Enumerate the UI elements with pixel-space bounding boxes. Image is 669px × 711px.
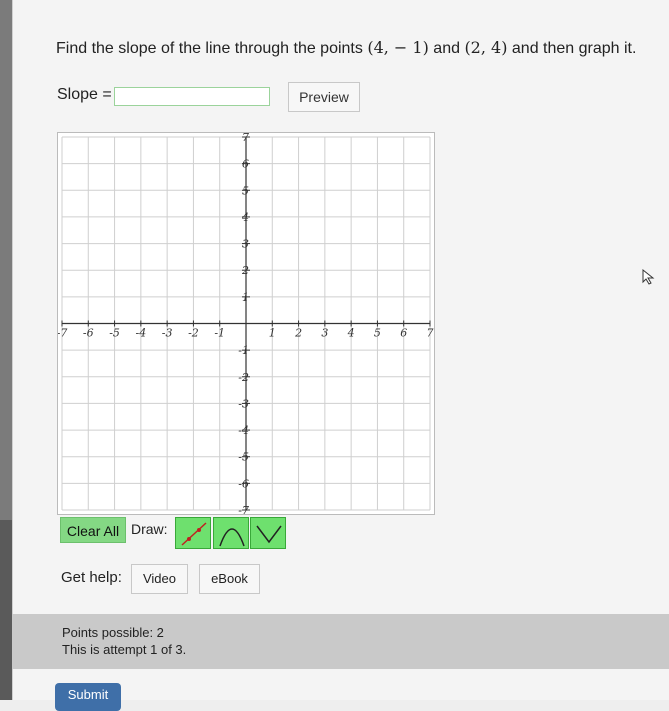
status-text: Points possible: 2 This is attempt 1 of … <box>62 624 186 658</box>
x-tick-label: 7 <box>427 327 434 340</box>
preview-button[interactable]: Preview <box>288 82 360 112</box>
x-tick-label: -7 <box>58 327 67 340</box>
line-tool-button[interactable] <box>175 517 211 549</box>
slope-input[interactable] <box>114 87 270 106</box>
y-tick-label: 2 <box>241 264 249 277</box>
points-possible: Points possible: 2 <box>62 625 164 640</box>
attempt-info: This is attempt 1 of 3. <box>62 642 187 657</box>
x-tick-label: -4 <box>135 327 146 340</box>
y-tick-label: -7 <box>238 504 249 514</box>
x-tick-label: 4 <box>347 327 355 340</box>
get-help-label: Get help: <box>61 569 122 586</box>
x-tick-label: -6 <box>83 327 94 340</box>
x-tick-label: 3 <box>321 327 328 340</box>
x-tick-label: 1 <box>269 327 276 340</box>
x-tick-label: -5 <box>109 327 120 340</box>
video-button[interactable]: Video <box>131 564 188 594</box>
mouse-cursor-icon <box>642 268 655 285</box>
x-tick-label: -2 <box>188 327 199 340</box>
question-text: Find the slope of the line through the p… <box>56 38 636 58</box>
parabola-icon <box>219 528 245 547</box>
point-2: (2, 4) <box>464 38 508 57</box>
absolute-value-tool-button[interactable] <box>250 517 286 549</box>
left-strip-lower <box>0 520 12 700</box>
x-tick-label: 6 <box>400 327 407 340</box>
x-tick-label: -3 <box>162 327 173 340</box>
x-tick-label: -1 <box>214 327 225 340</box>
draw-label: Draw: <box>131 521 168 537</box>
x-tick-label: 5 <box>374 327 381 340</box>
absolute-value-icon <box>256 525 282 544</box>
question-middle: and <box>428 40 465 57</box>
clear-all-button[interactable]: Clear All <box>60 517 126 543</box>
point-1: (4, − 1) <box>367 38 429 57</box>
question-suffix: and then graph it. <box>507 40 637 57</box>
ebook-button[interactable]: eBook <box>199 564 260 594</box>
y-tick-label: 7 <box>242 133 249 144</box>
slope-label: Slope = <box>57 86 112 103</box>
graph-svg[interactable]: -7-6-5-4-3-2-112345677654321-1-2-3-4-5-6… <box>58 133 434 514</box>
left-strip <box>0 0 12 520</box>
parabola-tool-button[interactable] <box>213 517 249 549</box>
x-tick-label: 2 <box>294 327 302 340</box>
line-icon <box>181 522 207 546</box>
graph-canvas[interactable]: -7-6-5-4-3-2-112345677654321-1-2-3-4-5-6… <box>57 132 435 515</box>
submit-button[interactable]: Submit <box>55 683 121 711</box>
question-prefix: Find the slope of the line through the p… <box>56 40 368 57</box>
